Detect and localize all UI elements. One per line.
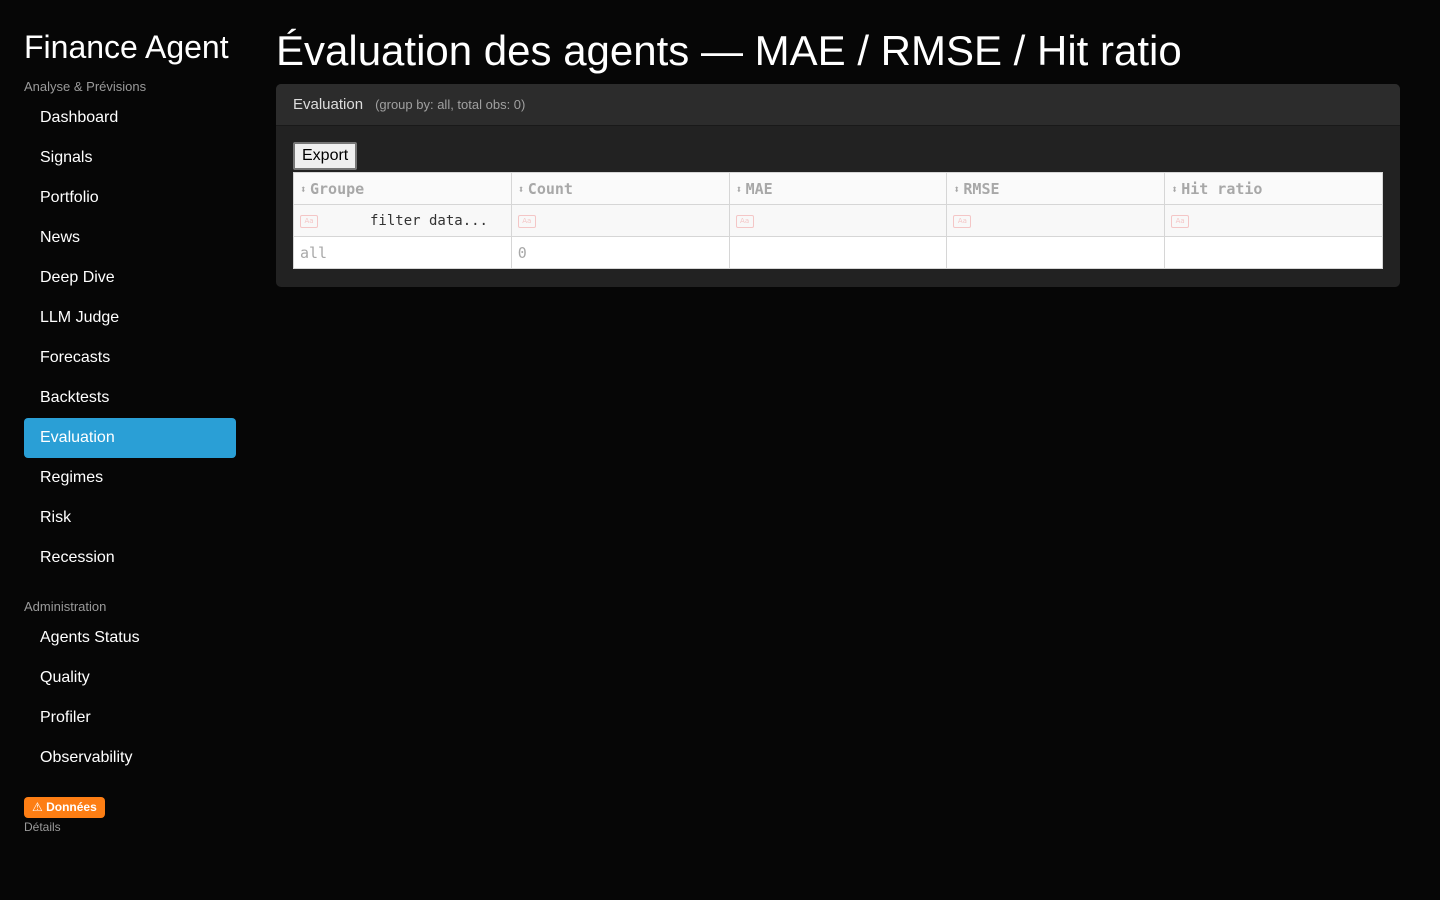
filter-cell-rmse[interactable]: Aa [946, 204, 1166, 237]
column-label: RMSE [963, 179, 1000, 198]
column-header-mae[interactable]: ⬍ MAE [728, 172, 948, 205]
app-title: Finance Agent [24, 29, 229, 65]
sort-icon[interactable]: ⬍ [736, 183, 746, 196]
table-cell[interactable]: 0 [510, 236, 730, 269]
case-sensitive-icon[interactable]: Aa [300, 214, 318, 228]
table-cell[interactable] [728, 236, 948, 269]
case-sensitive-icon[interactable]: Aa [953, 214, 972, 228]
column-header-rmse[interactable]: ⬍ RMSE [946, 172, 1166, 205]
filter-cell-count[interactable]: Aa [510, 204, 730, 237]
nav-item-dashboard[interactable]: Dashboard [24, 98, 236, 138]
case-sensitive-icon[interactable]: Aa [735, 214, 754, 228]
nav-item-signals[interactable]: Signals [24, 138, 236, 178]
evaluation-card: Evaluation (group by: all, total obs: 0)… [276, 84, 1400, 287]
section-label-analyse: Analyse & Prévisions [24, 79, 147, 94]
column-label: Count [527, 179, 573, 198]
nav-item-evaluation[interactable]: Evaluation [24, 418, 236, 458]
nav-item-observability[interactable]: Observability [24, 738, 236, 778]
card-subtitle: (group by: all, total obs: 0) [375, 97, 526, 112]
nav-item-backtests[interactable]: Backtests [24, 378, 236, 418]
sort-icon[interactable]: ⬍ [300, 183, 310, 196]
filter-cell-mae[interactable]: Aa [728, 204, 948, 237]
export-button[interactable]: Export [293, 142, 358, 170]
column-label: MAE [745, 179, 773, 198]
case-sensitive-icon[interactable]: Aa [517, 214, 536, 228]
column-header-hit-ratio[interactable]: ⬍ Hit ratio [1164, 172, 1383, 205]
sort-icon[interactable]: ⬍ [518, 183, 528, 196]
page-title: Évaluation des agents — MAE / RMSE / Hit… [276, 27, 1182, 74]
nav-item-llm-judge[interactable]: LLM Judge [24, 298, 236, 338]
nav-item-profiler[interactable]: Profiler [24, 698, 236, 738]
nav-item-portfolio[interactable]: Portfolio [24, 178, 236, 218]
column-label: Hit ratio [1181, 179, 1263, 198]
data-warning-badge[interactable]: ⚠ Données [24, 797, 105, 818]
case-sensitive-icon[interactable]: Aa [1171, 214, 1190, 228]
sort-icon[interactable]: ⬍ [1171, 183, 1181, 196]
nav-item-forecasts[interactable]: Forecasts [24, 338, 236, 378]
filter-input[interactable]: filter data... [318, 213, 488, 229]
details-link[interactable]: Détails [24, 820, 61, 834]
nav-item-news[interactable]: News [24, 218, 236, 258]
table-header-row: ⬍ Groupe ⬍ Count ⬍ MAE ⬍ RMSE ⬍ Hit ratio [293, 172, 1383, 205]
table-cell[interactable]: all [293, 236, 512, 269]
sidebar: Finance Agent Analyse & Prévisions Dashb… [0, 0, 260, 900]
nav-item-risk[interactable]: Risk [24, 498, 236, 538]
section-label-administration: Administration [24, 599, 107, 614]
table-cell[interactable] [946, 236, 1166, 269]
table-row: all 0 [293, 236, 1383, 269]
nav-analyse: Dashboard Signals Portfolio News Deep Di… [24, 98, 236, 578]
column-header-groupe[interactable]: ⬍ Groupe [293, 172, 512, 205]
nav-item-regimes[interactable]: Regimes [24, 458, 236, 498]
nav-item-quality[interactable]: Quality [24, 658, 236, 698]
card-title: Evaluation [293, 96, 364, 113]
column-label: Groupe [310, 179, 365, 198]
column-header-count[interactable]: ⬍ Count [510, 172, 730, 205]
nav-item-agents-status[interactable]: Agents Status [24, 618, 236, 658]
filter-cell-hit-ratio[interactable]: Aa [1164, 204, 1383, 237]
nav-item-deep-dive[interactable]: Deep Dive [24, 258, 236, 298]
table-cell[interactable] [1164, 236, 1383, 269]
nav-item-recession[interactable]: Recession [24, 538, 236, 578]
evaluation-table: ⬍ Groupe ⬍ Count ⬍ MAE ⬍ RMSE ⬍ Hit ratio Aa f… [293, 172, 1383, 269]
nav-administration: Agents Status Quality Profiler Observabi… [24, 618, 236, 778]
filter-row: Aa filter data... Aa Aa Aa Aa [293, 204, 1383, 237]
sort-icon[interactable]: ⬍ [953, 183, 963, 196]
filter-cell-groupe[interactable]: Aa filter data... [293, 204, 512, 237]
card-header: Evaluation (group by: all, total obs: 0) [276, 84, 1400, 126]
